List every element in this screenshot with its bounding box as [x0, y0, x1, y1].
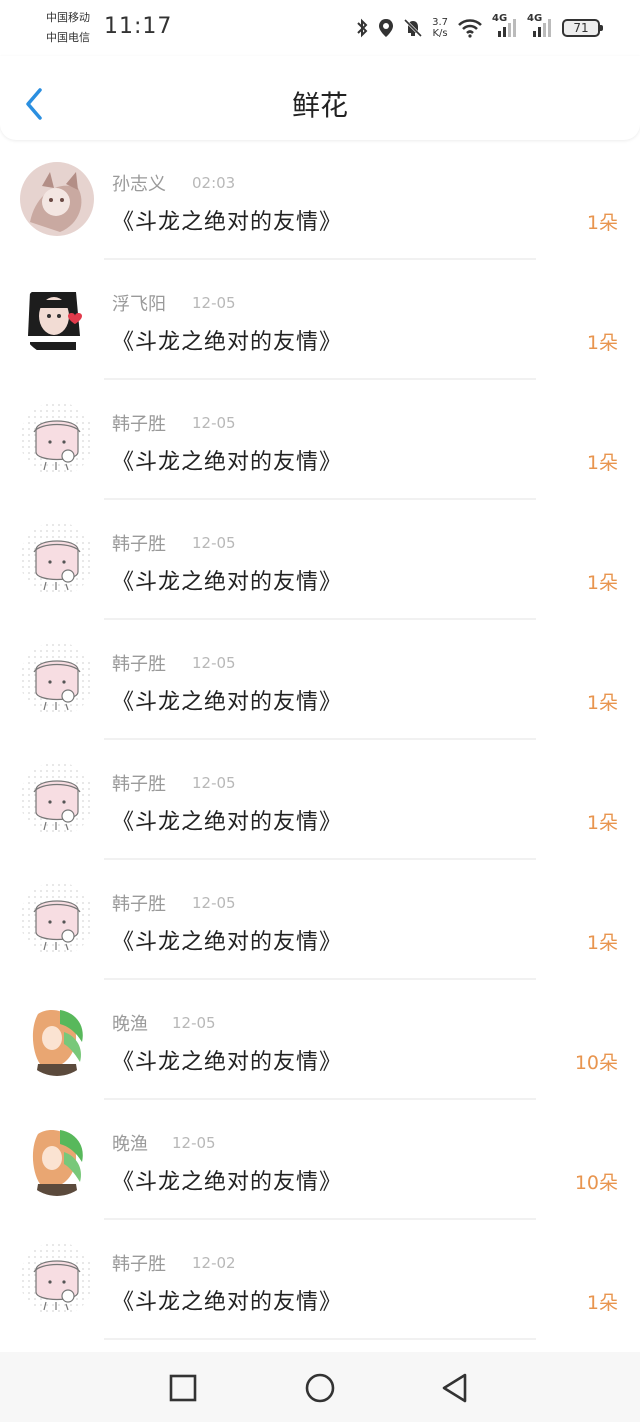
recents-square-icon[interactable] [166, 1371, 200, 1405]
app-header: 鲜花 [0, 56, 640, 140]
work-title: 《斗龙之绝对的友情》 [112, 1170, 343, 1195]
sender-name: 晚渔 [112, 1014, 148, 1035]
list-item[interactable]: 韩子胜 12-05 《斗龙之绝对的友情》 1朵 [0, 620, 640, 740]
speed-unit: K/s [432, 28, 448, 39]
status-bar: 中国移动 中国电信 11:17 3.7 K/s 4G 4G 71 [0, 0, 640, 56]
flower-count: 10朵 [574, 1172, 618, 1194]
flower-count: 1朵 [586, 812, 618, 834]
cartoon-character-image [20, 642, 94, 716]
sender-name: 孙志义 [112, 174, 166, 195]
wifi-icon [458, 19, 482, 38]
work-title: 《斗龙之绝对的友情》 [112, 1050, 343, 1075]
work-title: 《斗龙之绝对的友情》 [112, 450, 343, 475]
cartoon-character-image [20, 1242, 94, 1316]
avatar[interactable] [20, 642, 94, 716]
send-date: 12-05 [192, 294, 236, 312]
cartoon-character-image [20, 402, 94, 476]
flower-count: 1朵 [586, 572, 618, 594]
signal-2: 4G [527, 13, 553, 39]
list-item[interactable]: 晚渔 12-05 《斗龙之绝对的友情》 10朵 [0, 980, 640, 1100]
signal-icon [498, 19, 516, 37]
signal-1: 4G [492, 13, 518, 39]
page-title: 鲜花 [291, 89, 348, 122]
bluetooth-icon [357, 18, 368, 38]
send-date: 12-05 [192, 414, 236, 432]
system-nav-bar [0, 1352, 640, 1422]
avatar[interactable] [20, 882, 94, 956]
anime-character-image [20, 1002, 94, 1076]
mute-bell-icon [404, 18, 423, 38]
sender-name: 韩子胜 [112, 1254, 166, 1275]
avatar[interactable] [20, 522, 94, 596]
status-icons: 3.7 K/s 4G 4G 71 [355, 13, 603, 42]
send-date: 12-05 [172, 1014, 216, 1032]
flower-count: 1朵 [586, 1292, 618, 1314]
flower-count: 1朵 [586, 932, 618, 954]
anime-character-image [20, 1122, 94, 1196]
work-title: 《斗龙之绝对的友情》 [112, 570, 343, 595]
flower-count: 10朵 [574, 1052, 618, 1074]
sender-name: 韩子胜 [112, 654, 166, 675]
list-item[interactable]: 浮飞阳 12-05 《斗龙之绝对的友情》 1朵 [0, 260, 640, 380]
list-item[interactable]: 韩子胜 12-05 《斗龙之绝对的友情》 1朵 [0, 380, 640, 500]
list-item[interactable]: 韩子胜 12-05 《斗龙之绝对的友情》 1朵 [0, 860, 640, 980]
send-date: 02:03 [192, 174, 236, 192]
girl-photo-image [20, 282, 94, 356]
flower-count: 1朵 [586, 692, 618, 714]
list-item[interactable]: 韩子胜 12-05 《斗龙之绝对的友情》 1朵 [0, 500, 640, 620]
home-circle-icon[interactable] [303, 1371, 337, 1405]
carrier-info: 中国移动 中国电信 [46, 8, 90, 48]
sender-name: 韩子胜 [112, 894, 166, 915]
flower-count: 1朵 [586, 452, 618, 474]
avatar[interactable] [20, 402, 94, 476]
work-title: 《斗龙之绝对的友情》 [112, 930, 343, 955]
sender-name: 韩子胜 [112, 774, 166, 795]
battery-icon: 71 [562, 19, 603, 37]
carrier-2: 中国电信 [46, 31, 90, 44]
sender-name: 晚渔 [112, 1134, 148, 1155]
send-date: 12-05 [192, 894, 236, 912]
avatar[interactable] [20, 762, 94, 836]
work-title: 《斗龙之绝对的友情》 [112, 330, 343, 355]
list-item[interactable]: 孙志义 02:03 《斗龙之绝对的友情》 1朵 [0, 140, 640, 260]
cartoon-character-image [20, 882, 94, 956]
sender-name: 韩子胜 [112, 414, 166, 435]
avatar[interactable] [20, 282, 94, 356]
flower-count: 1朵 [586, 332, 618, 354]
send-date: 12-05 [192, 534, 236, 552]
work-title: 《斗龙之绝对的友情》 [112, 210, 343, 235]
speed-value: 3.7 [432, 17, 448, 28]
avatar[interactable] [20, 162, 94, 236]
signal-icon [533, 19, 551, 37]
avatar[interactable] [20, 1242, 94, 1316]
work-title: 《斗龙之绝对的友情》 [112, 810, 343, 835]
cartoon-character-image [20, 522, 94, 596]
work-title: 《斗龙之绝对的友情》 [112, 690, 343, 715]
cat-portrait-image [20, 162, 94, 236]
send-date: 12-05 [172, 1134, 216, 1152]
avatar[interactable] [20, 1122, 94, 1196]
clock: 11:17 [104, 14, 173, 39]
net-speed: 3.7 K/s [432, 17, 448, 39]
avatar[interactable] [20, 1002, 94, 1076]
list-item[interactable]: 韩子胜 12-02 《斗龙之绝对的友情》 1朵 [0, 1220, 640, 1340]
cartoon-character-image [20, 762, 94, 836]
flower-count: 1朵 [586, 212, 618, 234]
divider [104, 1338, 536, 1340]
flower-list: 孙志义 02:03 《斗龙之绝对的友情》 1朵 浮飞阳 12-05 《斗龙之绝对… [0, 140, 640, 1340]
list-item[interactable]: 韩子胜 12-05 《斗龙之绝对的友情》 1朵 [0, 740, 640, 860]
carrier-1: 中国移动 [46, 11, 90, 24]
sender-name: 韩子胜 [112, 534, 166, 555]
location-icon [379, 19, 394, 37]
sender-name: 浮飞阳 [112, 294, 166, 315]
back-triangle-icon[interactable] [438, 1371, 472, 1405]
send-date: 12-05 [192, 774, 236, 792]
list-item[interactable]: 晚渔 12-05 《斗龙之绝对的友情》 10朵 [0, 1100, 640, 1220]
send-date: 12-05 [192, 654, 236, 672]
work-title: 《斗龙之绝对的友情》 [112, 1290, 343, 1315]
send-date: 12-02 [192, 1254, 236, 1272]
